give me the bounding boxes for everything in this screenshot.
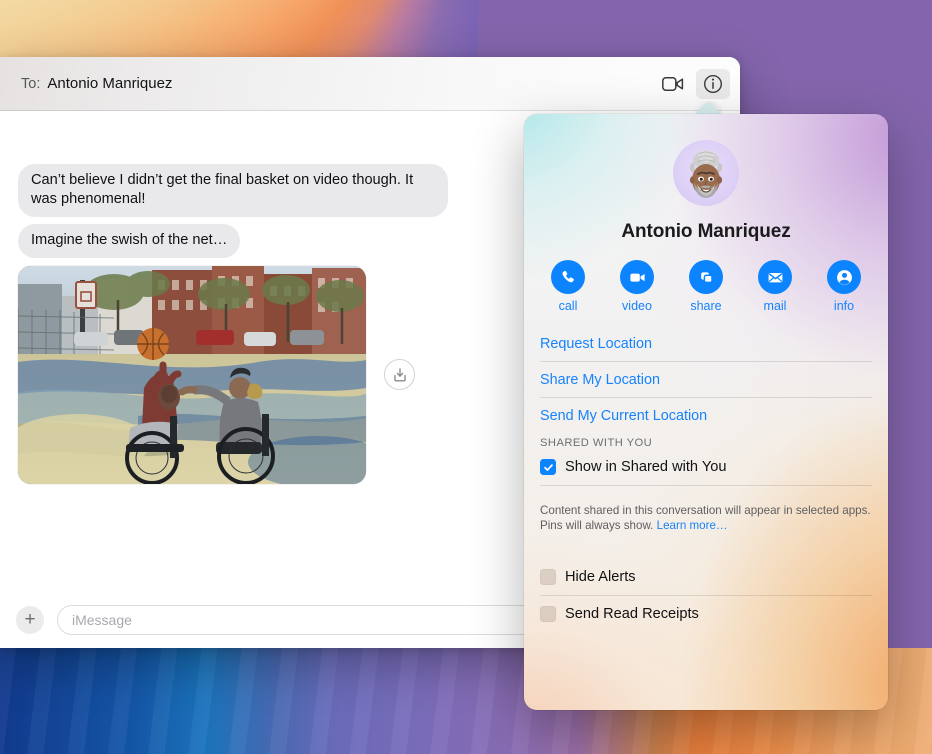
contact-actions: call video share mail info xyxy=(524,243,888,313)
show-in-shared-checkbox[interactable] xyxy=(540,459,556,475)
video-button[interactable] xyxy=(620,260,654,294)
action-mail[interactable]: mail xyxy=(758,260,792,313)
envelope-icon xyxy=(768,272,782,282)
incoming-message-bubble[interactable]: Can’t believe I didn’t get the final bas… xyxy=(18,163,448,217)
send-my-current-location-link[interactable]: Send My Current Location xyxy=(540,407,872,433)
action-info[interactable]: info xyxy=(827,260,861,313)
basketball-photo xyxy=(18,265,366,484)
mail-label: mail xyxy=(763,299,787,313)
contact-name: Antonio Manriquez xyxy=(621,221,791,242)
info-circle-icon xyxy=(703,74,723,94)
send-read-receipts-label: Send Read Receipts xyxy=(565,605,699,622)
recipient-field[interactable]: To: Antonio Manriquez xyxy=(21,75,172,92)
request-location-link[interactable]: Request Location xyxy=(540,335,872,361)
shared-with-you-footnote: Content shared in this conversation will… xyxy=(540,495,872,534)
shared-with-you-caption: SHARED WITH YOU xyxy=(540,437,653,449)
add-attachment-button[interactable]: + xyxy=(16,605,44,634)
show-in-shared-with-you-row[interactable]: Show in Shared with You xyxy=(540,458,872,485)
send-read-receipts-checkbox[interactable] xyxy=(540,605,556,622)
to-label: To: xyxy=(21,76,41,92)
divider xyxy=(540,594,872,596)
action-video[interactable]: video xyxy=(620,260,654,313)
contact-avatar[interactable] xyxy=(673,140,739,206)
contact-details-popover: Antonio Manriquez call video share mail … xyxy=(524,114,888,710)
person-circle-icon xyxy=(836,269,852,285)
recipient-name: Antonio Manriquez xyxy=(47,75,173,92)
show-in-shared-label: Show in Shared with You xyxy=(565,459,727,475)
video-camera-icon xyxy=(662,77,684,91)
photo-attachment[interactable] xyxy=(18,265,366,484)
phone-icon xyxy=(562,270,574,283)
share-windows-icon xyxy=(700,271,713,283)
video-label: video xyxy=(622,299,652,313)
mail-button[interactable] xyxy=(758,260,792,294)
popover-header: Antonio Manriquez xyxy=(524,114,888,243)
hide-alerts-row[interactable]: Hide Alerts xyxy=(540,568,872,595)
call-button[interactable] xyxy=(551,260,585,294)
details-info-button[interactable] xyxy=(696,69,730,99)
learn-more-link[interactable]: Learn more… xyxy=(657,519,728,532)
save-attachment-button[interactable] xyxy=(384,359,415,391)
hide-alerts-checkbox[interactable] xyxy=(540,568,556,585)
divider xyxy=(540,397,872,398)
video-camera-icon xyxy=(629,273,645,282)
info-label: info xyxy=(833,299,855,313)
hide-alerts-label: Hide Alerts xyxy=(565,568,636,585)
send-read-receipts-row[interactable]: Send Read Receipts xyxy=(540,605,872,632)
popover-body: Request Location Share My Location Send … xyxy=(524,335,888,632)
divider xyxy=(540,485,872,486)
download-tray-icon xyxy=(393,368,406,382)
checkmark-icon xyxy=(543,463,553,471)
divider xyxy=(540,361,872,362)
share-button[interactable] xyxy=(689,260,723,294)
action-call[interactable]: call xyxy=(551,260,585,313)
share-my-location-link[interactable]: Share My Location xyxy=(540,371,872,397)
video-call-button[interactable] xyxy=(656,69,690,99)
action-share[interactable]: share xyxy=(689,260,723,313)
window-titlebar: To: Antonio Manriquez xyxy=(0,57,740,111)
memoji-avatar-icon xyxy=(689,150,723,198)
call-label: call xyxy=(558,299,578,313)
imessage-placeholder: iMessage xyxy=(72,611,132,628)
share-label: share xyxy=(690,299,722,313)
incoming-message-bubble[interactable]: Imagine the swish of the net… xyxy=(18,223,241,258)
info-button[interactable] xyxy=(827,260,861,294)
